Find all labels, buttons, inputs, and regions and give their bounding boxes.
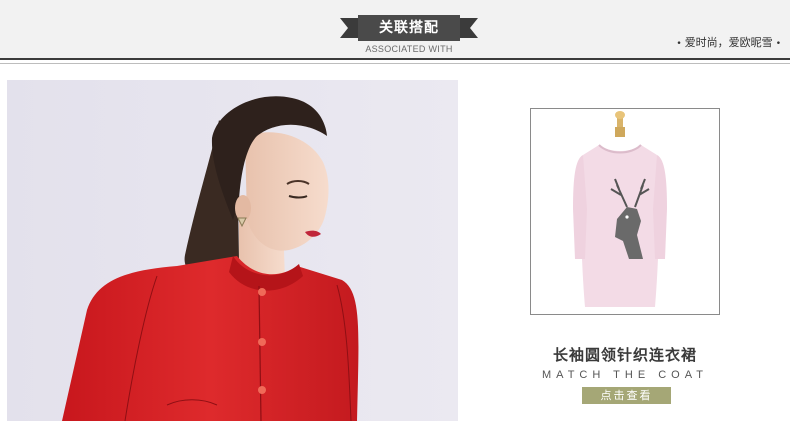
header-divider-thin [0,63,790,64]
product-image-frame[interactable] [530,108,720,315]
brand-slogan: • 爱时尚，爱欧昵雪 • [673,34,784,50]
header-divider [0,58,790,60]
product-tagline: MATCH THE COAT [542,369,708,381]
slogan-text: 爱时尚，爱欧昵雪 [684,36,773,49]
bullet-dot-right: • [775,39,781,49]
section-title-ribbon: 关联搭配 [340,14,478,42]
product-name[interactable]: 长袖圆领针织连衣裙 [520,344,730,365]
model-photo[interactable] [7,80,458,421]
bullet-dot-left: • [676,39,682,49]
section-title: 关联搭配 [379,20,439,36]
section-subtitle: ASSOCIATED WITH [365,44,453,54]
view-product-button[interactable]: 点击查看 [582,387,671,404]
